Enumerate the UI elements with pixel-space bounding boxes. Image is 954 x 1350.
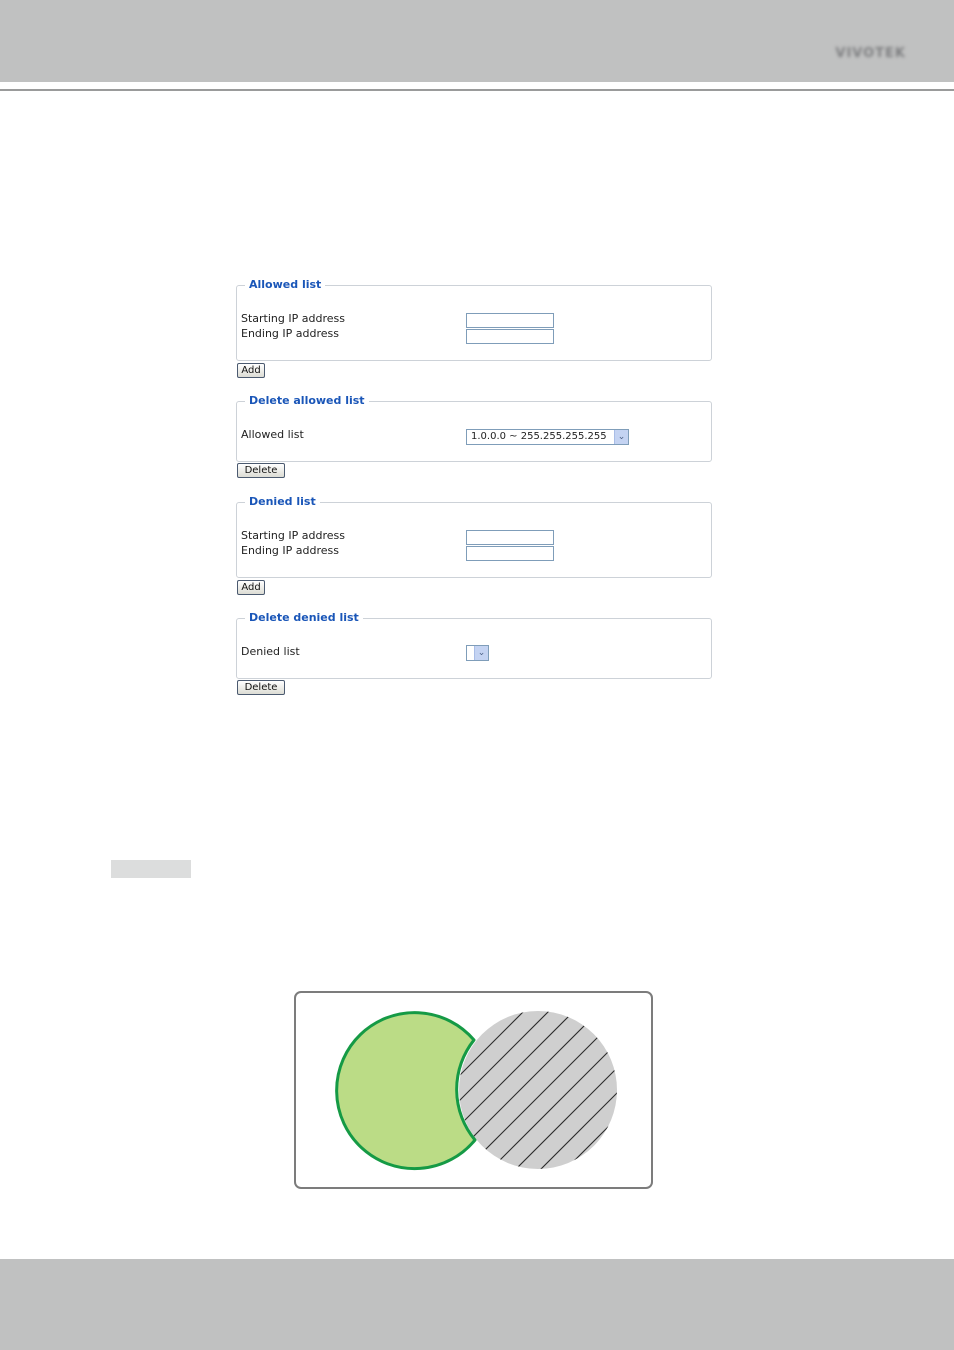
denied-start-ip-label: Starting IP address xyxy=(241,529,345,542)
denied-list-label: Denied list xyxy=(241,645,300,658)
delete-denied-list-panel: Delete denied list Denied list ⌄ xyxy=(236,610,712,679)
delete-denied-list-legend: Delete denied list xyxy=(245,610,363,626)
header-divider xyxy=(0,89,954,91)
allowed-list-label: Allowed list xyxy=(241,428,304,441)
allowed-end-ip-input[interactable] xyxy=(466,329,554,344)
denied-delete-button[interactable]: Delete xyxy=(237,680,285,695)
note-highlight xyxy=(111,860,191,878)
denied-add-button[interactable]: Add xyxy=(237,580,265,595)
delete-allowed-list-legend: Delete allowed list xyxy=(245,393,369,409)
denied-list-select[interactable]: ⌄ xyxy=(466,645,489,661)
allowed-end-ip-label: Ending IP address xyxy=(241,327,340,340)
header-band: VIVOTEK xyxy=(0,0,954,82)
brand-logo: VIVOTEK xyxy=(835,46,906,61)
allowed-delete-button[interactable]: Delete xyxy=(237,463,285,478)
delete-allowed-list-panel: Delete allowed list Allowed list 1.0.0.0… xyxy=(236,393,712,462)
denied-circle xyxy=(459,1011,617,1169)
allowed-start-ip-label: Starting IP address xyxy=(241,312,345,325)
denied-list-panel: Denied list Starting IP address Ending I… xyxy=(236,494,712,578)
allowed-start-ip-input[interactable] xyxy=(466,313,554,328)
chevron-down-icon[interactable]: ⌄ xyxy=(474,646,488,660)
footer-band xyxy=(0,1259,954,1350)
denied-start-ip-input[interactable] xyxy=(466,530,554,545)
denied-list-legend: Denied list xyxy=(245,494,320,510)
allowed-list-selected-value: 1.0.0.0 ~ 255.255.255.255 xyxy=(471,431,607,442)
allowed-crescent xyxy=(335,1011,477,1171)
allowed-list-select[interactable]: 1.0.0.0 ~ 255.255.255.255 ⌄ xyxy=(466,429,629,445)
allowed-add-button[interactable]: Add xyxy=(237,363,265,378)
chevron-down-icon[interactable]: ⌄ xyxy=(614,430,628,444)
denied-end-ip-label: Ending IP address xyxy=(241,544,340,557)
denied-end-ip-input[interactable] xyxy=(466,546,554,561)
allowed-list-legend: Allowed list xyxy=(245,277,326,293)
allowed-list-panel: Allowed list Starting IP address Ending … xyxy=(236,277,712,361)
venn-diagram xyxy=(335,1011,617,1171)
